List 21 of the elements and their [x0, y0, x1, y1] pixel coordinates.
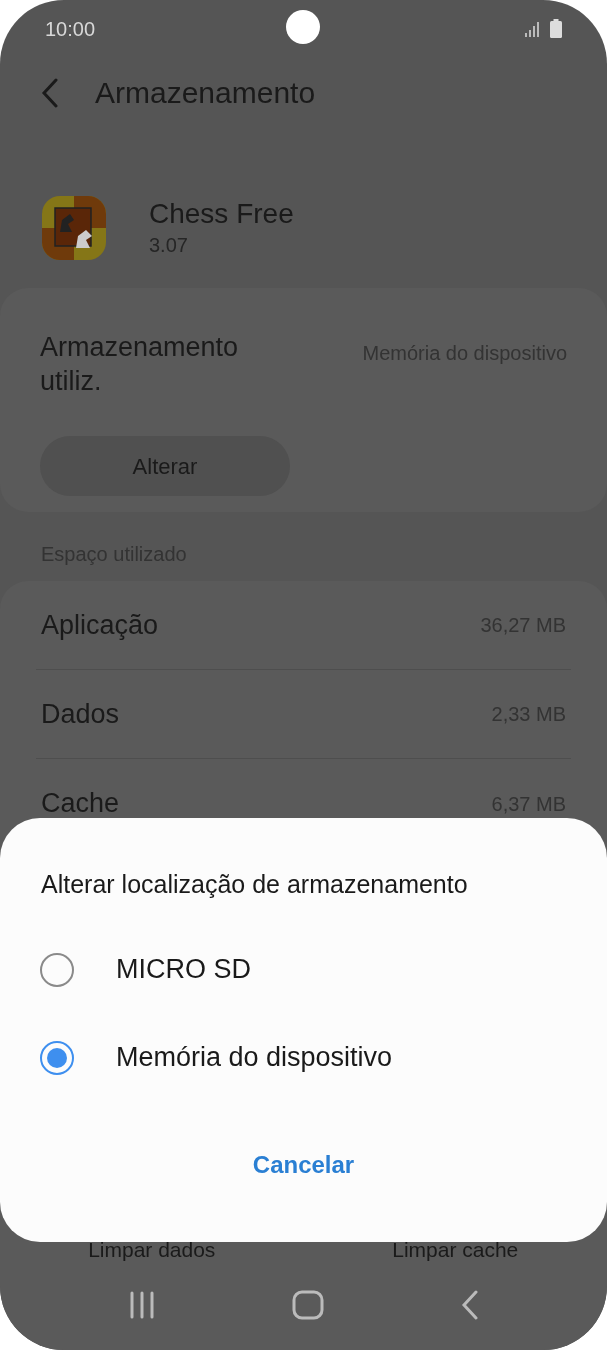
recent-apps-icon[interactable]	[128, 1291, 157, 1319]
storage-label: Armazenamento utiliz.	[40, 331, 240, 398]
page-title: Armazenamento	[95, 75, 316, 111]
back-icon[interactable]	[460, 1290, 479, 1320]
usage-label: Cache	[41, 787, 120, 821]
status-time: 10:00	[45, 16, 96, 42]
radio-button[interactable]	[40, 952, 74, 987]
dialog-title: Alterar localização de armazenamento	[41, 869, 469, 900]
battery-icon	[550, 19, 562, 38]
app-icon	[42, 196, 106, 260]
option-label[interactable]: Memória do dispositivo	[116, 1037, 393, 1078]
cancel-button[interactable]: Cancelar	[244, 1146, 363, 1183]
camera-hole	[286, 10, 320, 44]
home-icon[interactable]	[292, 1290, 325, 1320]
back-icon[interactable]	[40, 77, 60, 108]
option-label[interactable]: MICRO SD	[116, 949, 251, 990]
signal-icon	[524, 20, 542, 37]
radio-button[interactable]	[40, 1040, 74, 1075]
app-name: Chess Free	[149, 197, 294, 231]
usage-label: Aplicação	[41, 608, 159, 642]
usage-label: Dados	[41, 697, 120, 731]
